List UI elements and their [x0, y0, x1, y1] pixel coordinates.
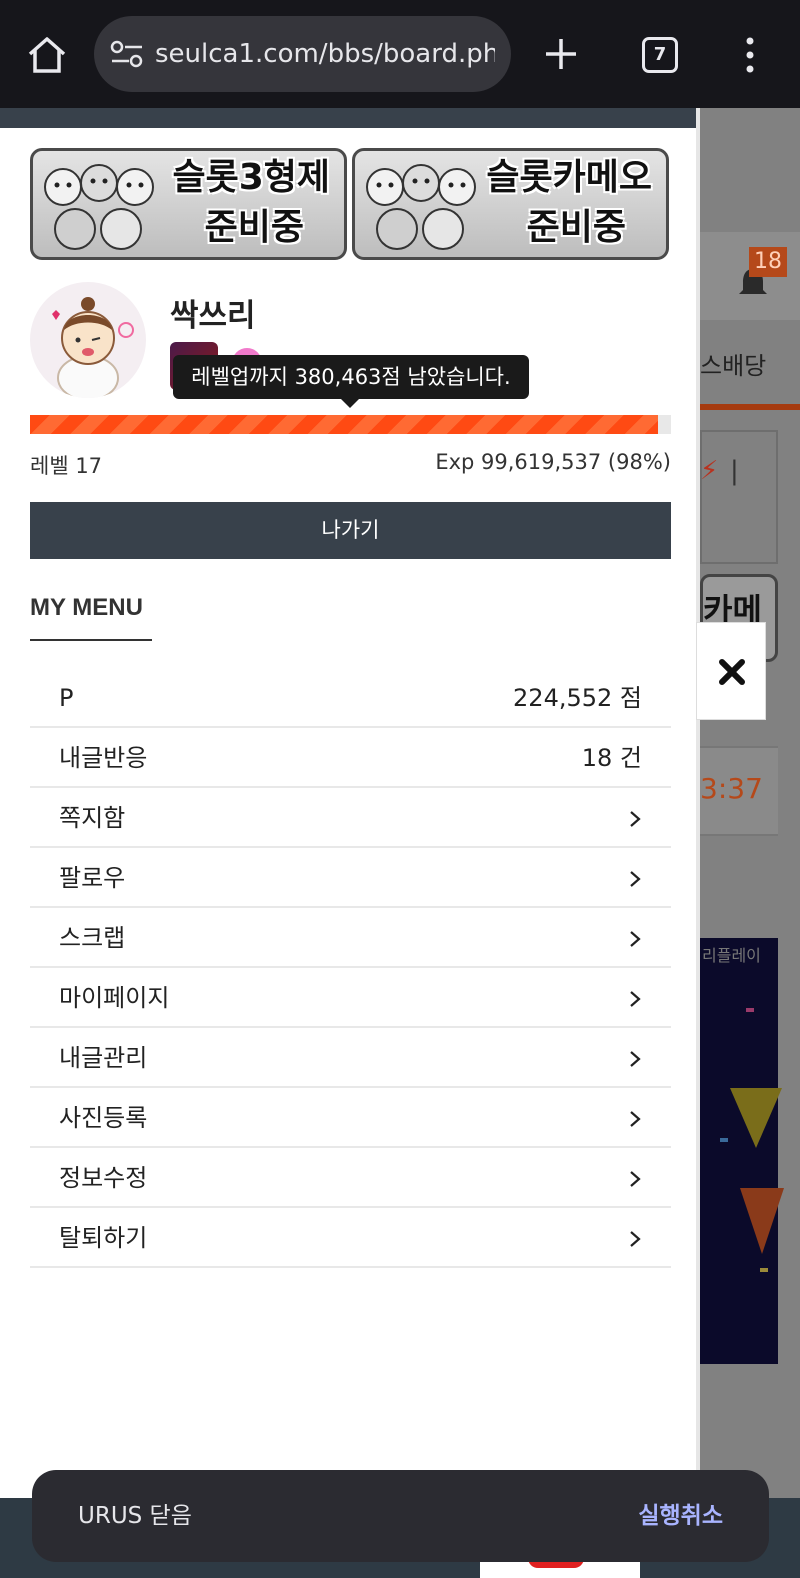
characters-illustration [44, 164, 154, 250]
confetti [720, 1138, 728, 1142]
exp-progress-bar [30, 415, 671, 434]
confetti [760, 1268, 768, 1272]
promo-image: 리플레이 [700, 938, 784, 1364]
my-menu-heading: MY MENU [30, 594, 143, 621]
home-icon[interactable] [26, 34, 68, 76]
url-text: seulca1.com/bbs/board.php [155, 39, 495, 69]
background-timer: 3:37 [700, 746, 778, 836]
menu-item[interactable]: 탈퇴하기 [30, 1208, 671, 1268]
drawer-top-bar [0, 108, 700, 128]
menu-item-label: P [59, 684, 74, 712]
menu-item-label: 내글반응 [59, 744, 148, 772]
logout-button[interactable]: 나가기 [30, 502, 671, 559]
chevron-right-icon [630, 871, 641, 887]
level-label: 레벨 17 [30, 454, 103, 478]
banner-subtitle: 준비중 [526, 207, 626, 248]
menu-item[interactable]: 스크랩 [30, 908, 671, 968]
avatar[interactable] [30, 282, 146, 398]
menu-item-label: 탈퇴하기 [59, 1224, 148, 1252]
menu-item[interactable]: 내글반응 18 건 [30, 728, 671, 788]
exp-progress-fill [30, 415, 659, 434]
my-menu-list: P 224,552 점내글반응 18 건쪽지함팔로우스크랩마이페이지내글관리사진등록… [30, 668, 671, 1268]
banner-slot-brothers[interactable]: 슬롯3형제 준비중 [30, 148, 347, 260]
lightning-icon: ⚡ [700, 456, 719, 486]
undo-button[interactable]: 실행취소 [638, 1500, 723, 1532]
menu-item[interactable]: 정보수정 [30, 1148, 671, 1208]
avatar-illustration [52, 297, 134, 398]
nickname: 싹쓰리 [170, 298, 256, 334]
pennant [740, 1188, 784, 1254]
more-options-icon[interactable] [744, 37, 756, 73]
heading-underline [30, 639, 152, 641]
menu-item-label: 마이페이지 [59, 984, 170, 1012]
menu-item-label: 사진등록 [59, 1104, 148, 1132]
drawer-edge [696, 108, 700, 1578]
browser-toolbar: seulca1.com/bbs/board.php 7 [0, 0, 800, 108]
menu-item-value: 224,552 점 [513, 684, 642, 712]
chevron-right-icon [630, 991, 641, 1007]
promo-title: 리플레이 [702, 946, 761, 965]
snackbar-message: URUS 닫음 [78, 1503, 192, 1529]
background-box [700, 430, 778, 564]
notification-badge: 18 [749, 247, 787, 277]
menu-item-label: 팔로우 [59, 864, 126, 892]
background-tab-label: 스배당 [700, 352, 767, 380]
menu-item[interactable]: 팔로우 [30, 848, 671, 908]
timer-text: 3:37 [700, 772, 763, 805]
menu-item-label: 정보수정 [59, 1164, 148, 1192]
chevron-right-icon [630, 931, 641, 947]
exp-label: Exp 99,619,537 (98%) [435, 450, 671, 474]
site-settings-icon[interactable] [110, 40, 144, 68]
chevron-right-icon [630, 1051, 641, 1067]
menu-item[interactable]: 쪽지함 [30, 788, 671, 848]
characters-illustration [366, 164, 476, 250]
menu-item-label: 스크랩 [59, 924, 126, 952]
close-icon [719, 659, 745, 685]
close-drawer-button[interactable] [696, 622, 766, 720]
chevron-right-icon [630, 1111, 641, 1127]
banner-slot-cameo[interactable]: 슬롯카메오 준비중 [352, 148, 669, 260]
separator: | [730, 456, 739, 486]
tooltip-arrow [341, 399, 359, 408]
levelup-tooltip: 레벨업까지 380,463점 남았습니다. [173, 355, 529, 399]
menu-item[interactable]: 사진등록 [30, 1088, 671, 1148]
menu-item[interactable]: 내글관리 [30, 1028, 671, 1088]
level-row: 레벨 17 Exp 99,619,537 (98%) [30, 450, 671, 480]
banner-title: 슬롯3형제 [172, 157, 330, 198]
tab-switcher-button[interactable]: 7 [642, 37, 678, 73]
new-tab-icon[interactable] [543, 36, 579, 72]
address-bar[interactable]: seulca1.com/bbs/board.php [94, 16, 511, 92]
side-drawer: 슬롯3형제 준비중 슬롯카메오 준비중 싹쓰리 레벨업까지 380,463점 남… [0, 108, 700, 1578]
chevron-right-icon [630, 1231, 641, 1247]
confetti [746, 1008, 754, 1012]
menu-item[interactable]: 마이페이지 [30, 968, 671, 1028]
snackbar: URUS 닫음 실행취소 [32, 1470, 769, 1562]
tab-underline [700, 404, 800, 410]
background-page: 18 스배당 ⚡ | 카메오 3:37 리플레이 [700, 108, 800, 1578]
banner-subtitle: 준비중 [204, 207, 304, 248]
menu-item-label: 쪽지함 [59, 804, 126, 832]
menu-item-value: 18 건 [581, 744, 642, 772]
pennant [730, 1088, 782, 1148]
chevron-right-icon [630, 1171, 641, 1187]
chevron-right-icon [630, 811, 641, 827]
banner-title: 슬롯카메오 [486, 157, 652, 198]
menu-item[interactable]: P 224,552 점 [30, 668, 671, 728]
menu-item-label: 내글관리 [59, 1044, 148, 1072]
